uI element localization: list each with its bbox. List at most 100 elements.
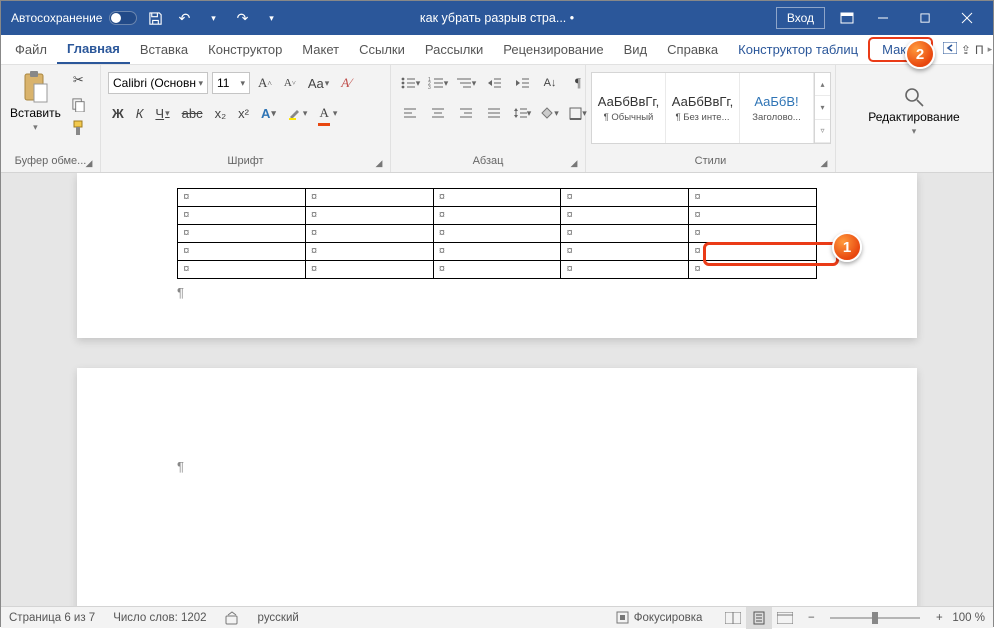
paragraph-mark: ¶ [177, 285, 817, 300]
status-page[interactable]: Страница 6 из 7 [9, 612, 95, 624]
copy-icon[interactable] [67, 92, 90, 116]
decrease-indent-icon[interactable] [482, 71, 506, 95]
statusbar: Страница 6 из 7 Число слов: 1202 русский… [1, 606, 993, 628]
italic-button[interactable]: К [132, 101, 148, 125]
bullets-icon[interactable]: ▾ [398, 71, 422, 95]
callout-1: 1 [832, 232, 862, 262]
group-styles: АаБбВвГг, ¶ Обычный АаБбВвГг, ¶ Без инте… [586, 65, 836, 172]
tab-table-design[interactable]: Конструктор таблиц [728, 35, 868, 64]
ribbon-tabs: Файл Главная Вставка Конструктор Макет С… [1, 35, 993, 65]
group-font: Calibri (Основн▾ 11▾ A˄ A˅ Aa▾ A⁄ Ж К Ч▾… [101, 65, 391, 172]
font-size-select[interactable]: 11▾ [212, 72, 250, 94]
style-normal[interactable]: АаБбВвГг, ¶ Обычный [592, 73, 666, 143]
format-painter-icon[interactable] [67, 116, 90, 140]
style-nospacing[interactable]: АаБбВвГг, ¶ Без инте... [666, 73, 740, 143]
superscript-button[interactable]: x² [234, 101, 253, 125]
zoom-in-icon[interactable]: + [926, 607, 952, 629]
shading-icon[interactable]: ▾ [538, 101, 562, 125]
paste-label: Вставить [10, 106, 61, 120]
bold-button[interactable]: Ж [108, 101, 128, 125]
line-spacing-icon[interactable]: ▾ [510, 101, 534, 125]
share-icon[interactable]: ⇪ [961, 43, 971, 57]
strike-button[interactable]: abc [178, 101, 207, 125]
zoom-value[interactable]: 100 % [952, 612, 985, 624]
font-launcher-icon[interactable]: ◢ [373, 156, 385, 170]
tab-file[interactable]: Файл [5, 35, 57, 64]
change-case-icon[interactable]: Aa▾ [304, 71, 333, 95]
subscript-button[interactable]: x₂ [211, 101, 231, 125]
style-heading1[interactable]: АаБбВ! Заголово... [740, 73, 814, 143]
align-center-icon[interactable] [426, 101, 450, 125]
save-icon[interactable] [144, 7, 166, 29]
group-font-label: Шрифт [227, 155, 263, 167]
editing-label: Редактирование [868, 110, 959, 124]
tab-view[interactable]: Вид [614, 35, 658, 64]
status-focus[interactable]: Фокусировка [616, 611, 703, 624]
zoom-slider[interactable] [830, 617, 920, 619]
sort-icon[interactable]: A↓ [538, 71, 562, 95]
qat-customize-icon[interactable]: ▾ [260, 7, 282, 29]
styles-gallery[interactable]: АаБбВвГг, ¶ Обычный АаБбВвГг, ¶ Без инте… [591, 72, 831, 144]
ribbon-display-icon[interactable] [833, 4, 861, 32]
ribbon: Вставить ▾ ✂ Буфер обме...◢ Calibri (Осн… [1, 65, 993, 173]
editing-button[interactable]: Редактирование ▾ [864, 84, 963, 139]
view-web-icon[interactable] [772, 607, 798, 629]
tab-layout[interactable]: Макет [292, 35, 349, 64]
underline-button[interactable]: Ч▾ [151, 101, 173, 125]
autosave-toggle[interactable] [109, 11, 137, 25]
page-7: ¶ [77, 368, 917, 606]
justify-icon[interactable] [482, 101, 506, 125]
group-editing: Редактирование ▾ [836, 65, 993, 172]
align-right-icon[interactable] [454, 101, 478, 125]
tab-design[interactable]: Конструктор [198, 35, 292, 64]
maximize-button[interactable] [905, 1, 945, 35]
tab-insert[interactable]: Вставка [130, 35, 198, 64]
status-words[interactable]: Число слов: 1202 [113, 612, 206, 624]
collapse-ribbon-icon[interactable] [943, 42, 957, 57]
numbering-icon[interactable]: 123▾ [426, 71, 450, 95]
multilevel-icon[interactable]: ▾ [454, 71, 478, 95]
paragraph-launcher-icon[interactable]: ◢ [568, 156, 580, 170]
styles-scroll-up-icon[interactable]: ▴ [815, 73, 830, 96]
share-label[interactable]: П [975, 43, 984, 57]
font-color-icon[interactable]: A▾ [315, 101, 341, 125]
redo-icon[interactable]: ↷ [231, 7, 253, 29]
clipboard-launcher-icon[interactable]: ◢ [83, 156, 95, 170]
align-left-icon[interactable] [398, 101, 422, 125]
annotation-cell-highlight [703, 242, 839, 266]
clear-format-icon[interactable]: A⁄ [337, 71, 355, 95]
shrink-font-icon[interactable]: A˅ [280, 71, 300, 95]
styles-scroll-down-icon[interactable]: ▾ [815, 96, 830, 119]
group-clipboard-label: Буфер обме... [15, 155, 87, 167]
view-read-icon[interactable] [720, 607, 746, 629]
tab-references[interactable]: Ссылки [349, 35, 415, 64]
close-button[interactable] [947, 1, 987, 35]
tab-home[interactable]: Главная [57, 35, 130, 64]
text-effects-icon[interactable]: A▾ [257, 101, 280, 125]
undo-icon[interactable]: ↶ [173, 7, 195, 29]
titlebar: Автосохранение ↶ ▾ ↷ ▾ как убрать разрыв… [1, 1, 993, 35]
status-proofing[interactable] [225, 611, 240, 625]
undo-more-icon[interactable]: ▾ [202, 7, 224, 29]
paste-button[interactable]: Вставить ▾ [6, 68, 65, 135]
document-title: как убрать разрыв стра... • [420, 11, 574, 25]
tab-review[interactable]: Рецензирование [493, 35, 613, 64]
tab-mailings[interactable]: Рассылки [415, 35, 493, 64]
minimize-button[interactable] [863, 1, 903, 35]
font-name-select[interactable]: Calibri (Основн▾ [108, 72, 208, 94]
zoom-out-icon[interactable]: − [798, 607, 824, 629]
grow-font-icon[interactable]: A˄ [254, 71, 276, 95]
signin-button[interactable]: Вход [776, 7, 825, 29]
styles-launcher-icon[interactable]: ◢ [818, 156, 830, 170]
status-language[interactable]: русский [258, 612, 299, 624]
svg-text:3: 3 [428, 85, 431, 90]
cut-icon[interactable]: ✂ [67, 68, 90, 92]
styles-more-icon[interactable]: ▿ [815, 120, 830, 143]
increase-indent-icon[interactable] [510, 71, 534, 95]
view-print-icon[interactable] [746, 607, 772, 629]
highlight-icon[interactable]: ▾ [284, 101, 312, 125]
table-row: ¤¤¤¤¤ [178, 225, 817, 243]
tab-help[interactable]: Справка [657, 35, 728, 64]
autosave-label: Автосохранение [11, 11, 102, 25]
callout-2: 2 [905, 39, 935, 69]
